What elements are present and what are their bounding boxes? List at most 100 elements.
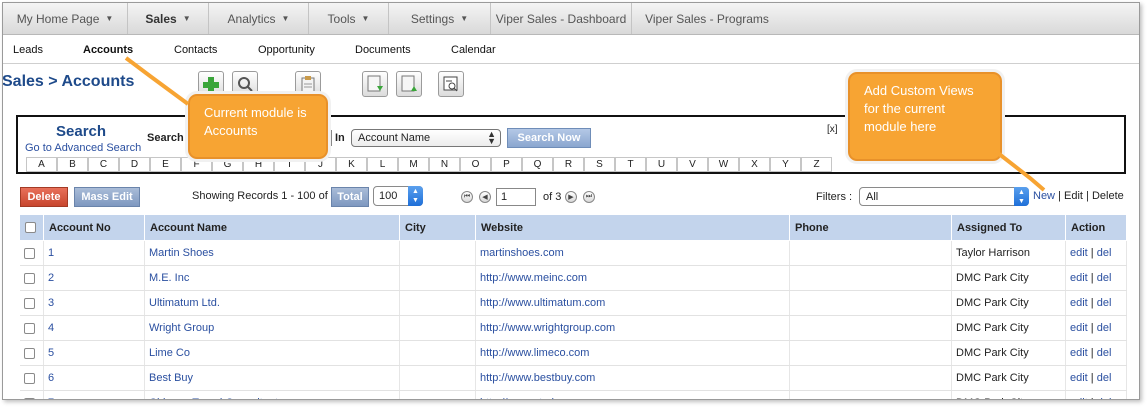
alphabet-letter[interactable]: R: [553, 157, 584, 172]
page-number-input[interactable]: 1: [496, 188, 536, 206]
top-menu-item[interactable]: Sales ▼: [128, 3, 209, 34]
row-checkbox[interactable]: [23, 247, 35, 259]
top-menu-item[interactable]: Analytics ▼: [209, 3, 309, 34]
tab-contacts[interactable]: Contacts: [174, 44, 217, 56]
alphabet-letter[interactable]: A: [26, 157, 57, 172]
row-checkbox[interactable]: [23, 397, 35, 399]
import-button[interactable]: [362, 71, 388, 97]
top-menu-item[interactable]: Viper Sales - Programs: [632, 3, 782, 34]
edit-row-link[interactable]: edit: [1070, 247, 1088, 259]
delete-row-link[interactable]: del: [1097, 347, 1112, 359]
alphabet-letter[interactable]: O: [460, 157, 491, 172]
column-header[interactable]: Assigned To: [951, 214, 1066, 241]
previous-page-button[interactable]: ◀: [479, 191, 491, 203]
column-header[interactable]: Website: [475, 214, 790, 241]
website-cell[interactable]: http://www.ultimatum.com: [475, 290, 790, 316]
alphabet-letter[interactable]: T: [615, 157, 646, 172]
search-field-select[interactable]: Account Name ▲ ▼: [351, 129, 501, 147]
account-no-cell[interactable]: 4: [43, 315, 145, 341]
alphabet-letter[interactable]: S: [584, 157, 615, 172]
row-checkbox[interactable]: [23, 272, 35, 284]
row-checkbox[interactable]: [23, 347, 35, 359]
account-no-cell[interactable]: 7: [43, 390, 145, 399]
edit-row-link[interactable]: edit: [1070, 297, 1088, 309]
export-button[interactable]: [396, 71, 422, 97]
column-header[interactable]: Account No: [43, 214, 145, 241]
alphabet-letter[interactable]: Y: [770, 157, 801, 172]
alphabet-letter[interactable]: C: [88, 157, 119, 172]
top-menu-item[interactable]: Settings ▼: [389, 3, 491, 34]
column-header[interactable]: City: [399, 214, 476, 241]
row-checkbox[interactable]: [23, 322, 35, 334]
website-cell[interactable]: martinshoes.com: [475, 240, 790, 266]
alphabet-letter[interactable]: M: [398, 157, 429, 172]
website-cell[interactable]: http://www.bestbuy.com: [475, 365, 790, 391]
alphabet-letter[interactable]: U: [646, 157, 677, 172]
alphabet-letter[interactable]: V: [677, 157, 708, 172]
next-page-button[interactable]: ▶: [565, 191, 577, 203]
alphabet-letter[interactable]: P: [491, 157, 522, 172]
tab-opportunity[interactable]: Opportunity: [258, 44, 315, 56]
edit-row-link[interactable]: edit: [1070, 272, 1088, 284]
edit-row-link[interactable]: edit: [1070, 372, 1088, 384]
account-name-cell[interactable]: Martin Shoes: [144, 240, 400, 266]
search-now-button[interactable]: Search Now: [507, 128, 591, 148]
alphabet-letter[interactable]: Z: [801, 157, 832, 172]
tab-leads[interactable]: Leads: [13, 44, 43, 56]
delete-view-link[interactable]: Delete: [1092, 190, 1124, 202]
alphabet-letter[interactable]: B: [57, 157, 88, 172]
alphabet-letter[interactable]: X: [739, 157, 770, 172]
alphabet-letter[interactable]: L: [367, 157, 398, 172]
alphabet-letter[interactable]: W: [708, 157, 739, 172]
delete-row-link[interactable]: del: [1097, 272, 1112, 284]
delete-row-link[interactable]: del: [1097, 297, 1112, 309]
column-header[interactable]: Account Name: [144, 214, 400, 241]
account-no-cell[interactable]: 3: [43, 290, 145, 316]
delete-row-link[interactable]: del: [1097, 397, 1112, 399]
account-name-cell[interactable]: Lime Co: [144, 340, 400, 366]
edit-row-link[interactable]: edit: [1070, 347, 1088, 359]
records-per-page-select[interactable]: 100 ▲ ▼: [373, 186, 423, 206]
account-name-cell[interactable]: Best Buy: [144, 365, 400, 391]
tab-accounts[interactable]: Accounts: [83, 44, 133, 56]
close-search-link[interactable]: [x]: [827, 124, 838, 135]
total-button[interactable]: Total: [331, 187, 369, 207]
filters-select[interactable]: All ▲ ▼: [859, 187, 1029, 206]
delete-row-link[interactable]: del: [1097, 372, 1112, 384]
alphabet-letter[interactable]: N: [429, 157, 460, 172]
account-name-cell[interactable]: Chicago Travel Consultants: [144, 390, 400, 399]
account-name-cell[interactable]: M.E. Inc: [144, 265, 400, 291]
row-checkbox[interactable]: [23, 297, 35, 309]
account-no-cell[interactable]: 5: [43, 340, 145, 366]
new-view-link[interactable]: New: [1033, 190, 1055, 202]
alphabet-letter[interactable]: K: [336, 157, 367, 172]
top-menu-item[interactable]: Viper Sales - Dashboard: [491, 3, 632, 34]
website-cell[interactable]: http://www.wrightgroup.com: [475, 315, 790, 341]
account-no-cell[interactable]: 2: [43, 265, 145, 291]
top-menu-item[interactable]: Tools ▼: [309, 3, 389, 34]
alphabet-letter[interactable]: D: [119, 157, 150, 172]
account-name-cell[interactable]: Wright Group: [144, 315, 400, 341]
account-no-cell[interactable]: 1: [43, 240, 145, 266]
column-header[interactable]: Phone: [789, 214, 952, 241]
select-all-checkbox[interactable]: [25, 222, 36, 234]
account-name-cell[interactable]: Ultimatum Ltd.: [144, 290, 400, 316]
row-checkbox[interactable]: [23, 372, 35, 384]
find-duplicates-button[interactable]: [438, 71, 464, 97]
top-menu-item[interactable]: My Home Page ▼: [3, 3, 128, 34]
delete-row-link[interactable]: del: [1097, 247, 1112, 259]
first-page-button[interactable]: ⏮: [461, 191, 473, 203]
alphabet-letter[interactable]: E: [150, 157, 181, 172]
edit-row-link[interactable]: edit: [1070, 397, 1088, 399]
mass-edit-button[interactable]: Mass Edit: [74, 187, 140, 207]
edit-row-link[interactable]: edit: [1070, 322, 1088, 334]
delete-row-link[interactable]: del: [1097, 322, 1112, 334]
tab-documents[interactable]: Documents: [355, 44, 411, 56]
tab-calendar[interactable]: Calendar: [451, 44, 496, 56]
alphabet-letter[interactable]: Q: [522, 157, 553, 172]
website-cell[interactable]: http://www.limeco.com: [475, 340, 790, 366]
website-cell[interactable]: http://www.ctcdmc.com: [475, 390, 790, 399]
edit-view-link[interactable]: Edit: [1064, 190, 1083, 202]
advanced-search-link[interactable]: Go to Advanced Search: [25, 142, 141, 154]
last-page-button[interactable]: ⏭: [583, 191, 595, 203]
